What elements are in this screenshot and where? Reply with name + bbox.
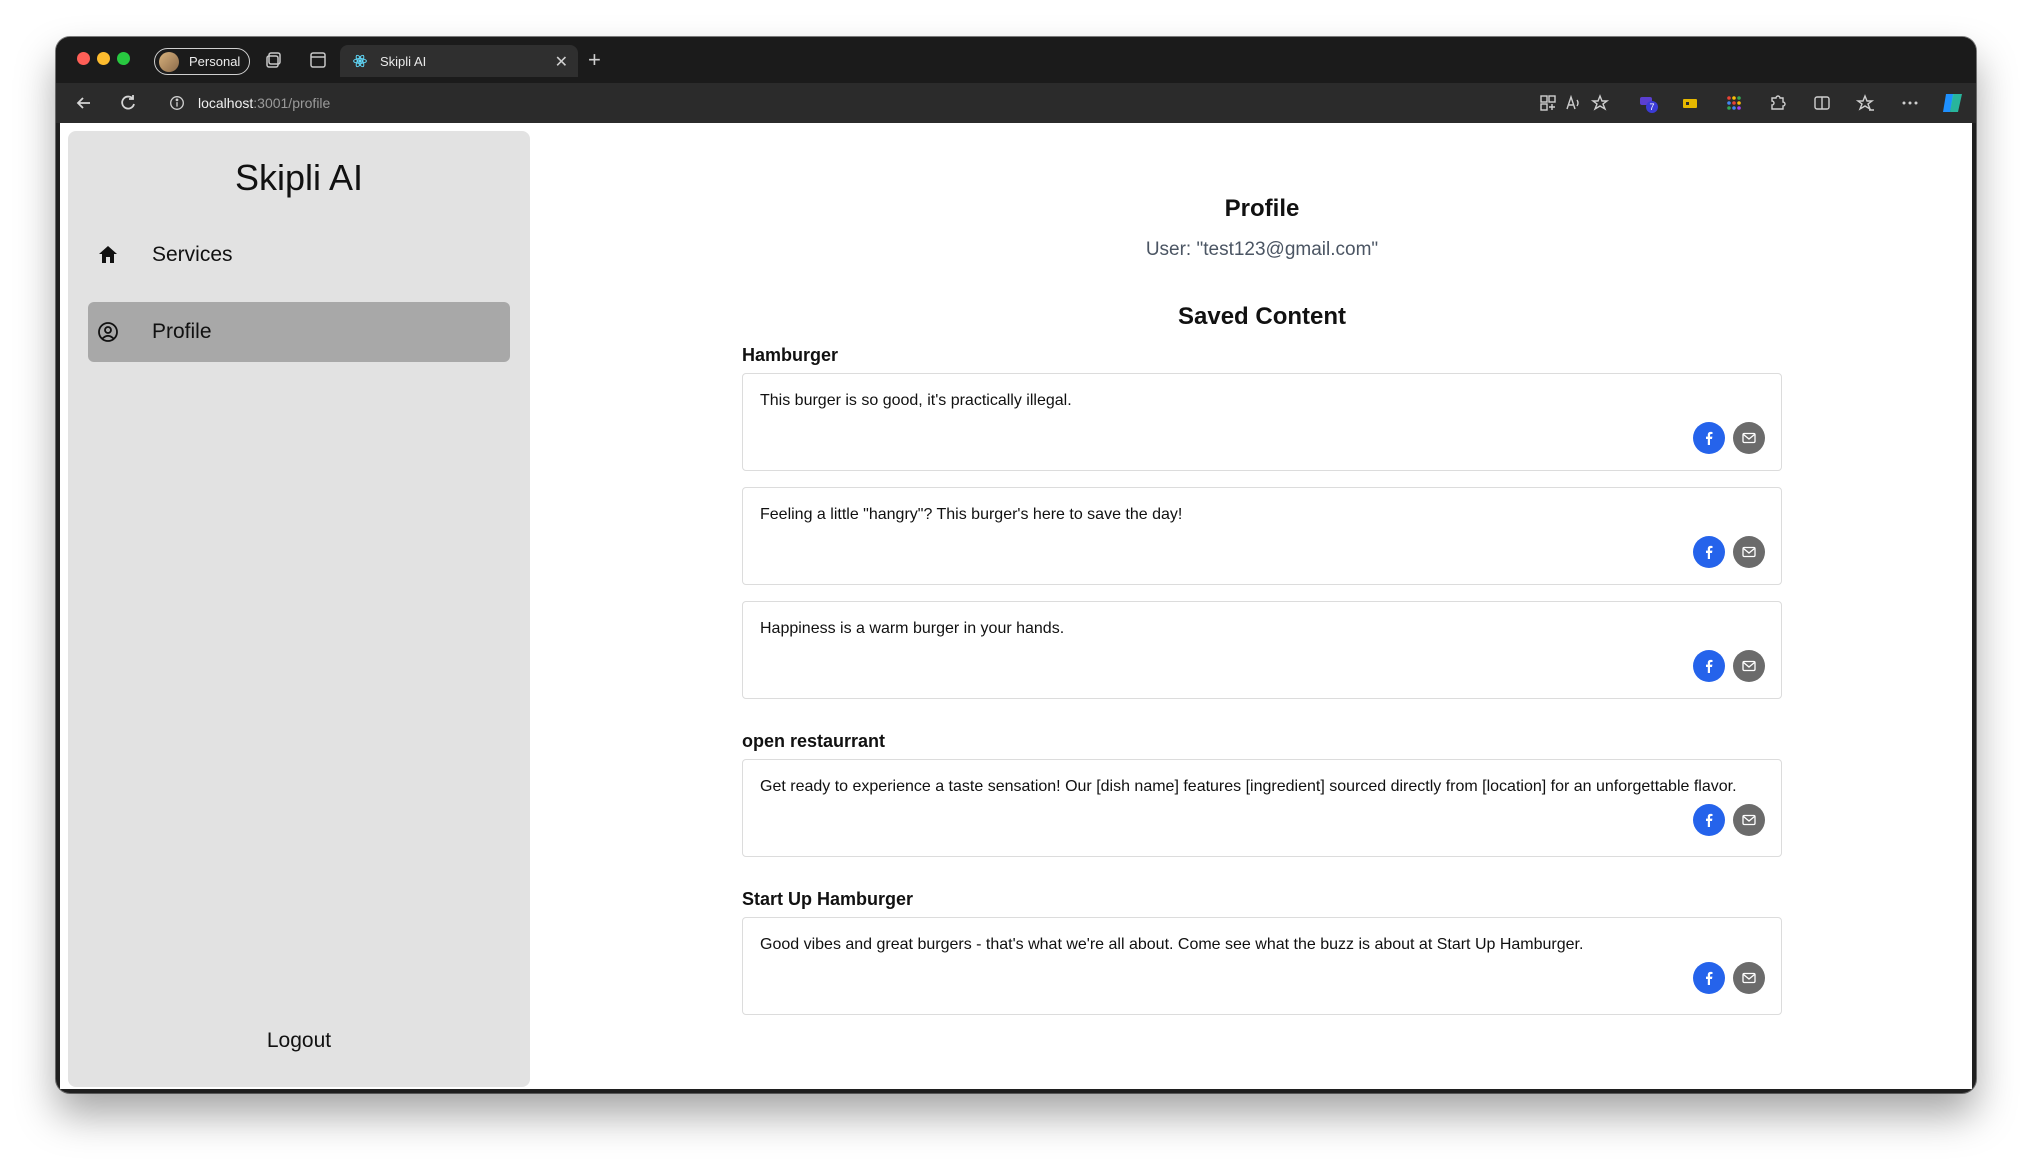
url-field[interactable]: localhost:3001/profile bbox=[156, 88, 1606, 118]
copilot-icon[interactable] bbox=[1940, 90, 1966, 116]
maximize-window-button[interactable] bbox=[117, 52, 130, 65]
more-options-icon[interactable] bbox=[1900, 93, 1920, 113]
facebook-icon bbox=[1706, 813, 1713, 827]
close-tab-icon[interactable]: ✕ bbox=[555, 52, 568, 72]
url-path: :3001/profile bbox=[253, 95, 331, 111]
read-aloud-icon[interactable] bbox=[1564, 93, 1584, 113]
facebook-share-button[interactable] bbox=[1693, 422, 1725, 454]
mail-icon bbox=[1742, 432, 1756, 444]
browser-window: Personal Skipli AI ✕ + localhost:3001/p… bbox=[56, 37, 1976, 1093]
saved-content-text: Good vibes and great burgers - that's wh… bbox=[760, 936, 1584, 953]
page-viewport: Skipli AI Services Profile Logout Profil… bbox=[60, 123, 1972, 1089]
extension-yellow-icon[interactable] bbox=[1680, 93, 1700, 113]
workspaces-icon[interactable] bbox=[264, 50, 284, 70]
mail-icon bbox=[1742, 546, 1756, 558]
email-share-button[interactable] bbox=[1733, 650, 1765, 682]
profile-avatar bbox=[159, 51, 179, 72]
user-email: User: "test123@gmail.com" bbox=[1145, 239, 1379, 260]
facebook-share-button[interactable] bbox=[1693, 650, 1725, 682]
tab-strip: Personal Skipli AI ✕ + bbox=[56, 37, 1976, 83]
saved-content-card: Get ready to experience a taste sensatio… bbox=[742, 759, 1782, 857]
saved-content-card: This burger is so good, it's practically… bbox=[742, 373, 1782, 471]
main-content: Profile User: "test123@gmail.com" Saved … bbox=[60, 123, 1972, 1089]
extension-badge-icon[interactable]: 7 bbox=[1638, 93, 1658, 113]
facebook-icon bbox=[1706, 545, 1713, 559]
new-tab-button[interactable]: + bbox=[588, 47, 601, 73]
favorite-star-icon[interactable] bbox=[1590, 93, 1610, 113]
browser-profile-button[interactable]: Personal bbox=[154, 48, 250, 75]
saved-content-text: Happiness is a warm burger in your hands… bbox=[760, 620, 1065, 637]
facebook-share-button[interactable] bbox=[1693, 804, 1725, 836]
email-share-button[interactable] bbox=[1733, 804, 1765, 836]
facebook-icon bbox=[1706, 971, 1713, 985]
saved-content-text: This burger is so good, it's practically… bbox=[760, 392, 1072, 409]
close-window-button[interactable] bbox=[77, 52, 90, 65]
minimize-window-button[interactable] bbox=[97, 52, 110, 65]
saved-content-title: Saved Content bbox=[1177, 303, 1347, 330]
tab-actions-icon[interactable] bbox=[308, 50, 328, 70]
mail-icon bbox=[1742, 660, 1756, 672]
saved-content-text: Feeling a little "hangry"? This burger's… bbox=[760, 506, 1183, 523]
extensions-puzzle-icon[interactable] bbox=[1768, 93, 1788, 113]
svg-text:7: 7 bbox=[1649, 102, 1654, 112]
facebook-icon bbox=[1706, 431, 1713, 445]
group-title-start-up-hamburger: Start Up Hamburger bbox=[742, 889, 914, 909]
tab-skipli-ai[interactable]: Skipli AI ✕ bbox=[340, 45, 578, 77]
saved-content-card: Happiness is a warm burger in your hands… bbox=[742, 601, 1782, 699]
email-share-button[interactable] bbox=[1733, 422, 1765, 454]
address-toolbar: localhost:3001/profile 7 bbox=[56, 83, 1976, 123]
email-share-button[interactable] bbox=[1733, 962, 1765, 994]
saved-content-card: Feeling a little "hangry"? This burger's… bbox=[742, 487, 1782, 585]
app-available-icon[interactable] bbox=[1538, 93, 1558, 113]
favorites-icon[interactable] bbox=[1856, 93, 1876, 113]
react-icon bbox=[353, 54, 367, 68]
email-share-button[interactable] bbox=[1733, 536, 1765, 568]
group-title-hamburger: Hamburger bbox=[742, 345, 839, 365]
mail-icon bbox=[1742, 814, 1756, 826]
facebook-share-button[interactable] bbox=[1693, 536, 1725, 568]
apps-grid-icon[interactable] bbox=[1724, 93, 1744, 113]
tab-title: Skipli AI bbox=[380, 53, 427, 69]
site-info-icon[interactable] bbox=[168, 94, 186, 112]
facebook-share-button[interactable] bbox=[1693, 962, 1725, 994]
saved-content-card: Good vibes and great burgers - that's wh… bbox=[742, 917, 1782, 1015]
split-screen-icon[interactable] bbox=[1812, 93, 1832, 113]
profile-label: Personal bbox=[189, 54, 241, 69]
facebook-icon bbox=[1706, 659, 1713, 673]
url-host: localhost bbox=[198, 95, 254, 111]
refresh-icon[interactable] bbox=[118, 93, 138, 113]
mail-icon bbox=[1742, 972, 1756, 984]
saved-content-text: Get ready to experience a taste sensatio… bbox=[760, 778, 1737, 795]
page-title: Profile bbox=[1224, 195, 1300, 222]
back-arrow-icon[interactable] bbox=[74, 93, 94, 113]
group-title-open-restaurrant: open restaurrant bbox=[742, 731, 886, 751]
